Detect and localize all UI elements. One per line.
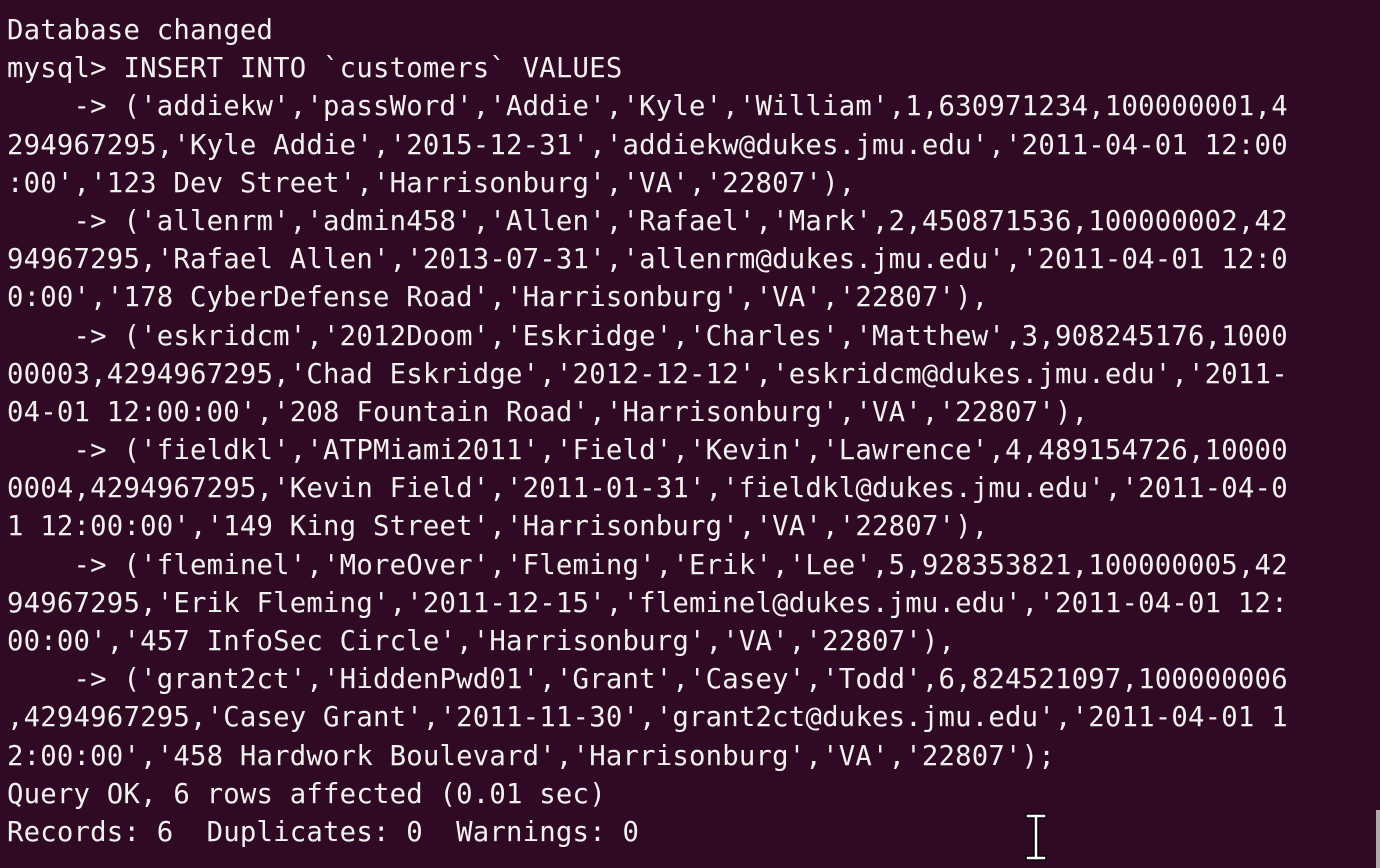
terminal-line: -> ('fieldkl','ATPMiami2011','Field','Ke… <box>7 435 1288 467</box>
terminal-line-records: Records: 6 Duplicates: 0 Warnings: 0 <box>7 816 640 848</box>
terminal-line: 0004,4294967295,'Kevin Field','2011-01-3… <box>7 473 1288 505</box>
terminal-line: 2:00:00','458 Hardwork Boulevard','Harri… <box>7 740 1055 772</box>
terminal-line-result: Query OK, 6 rows affected (0.01 sec) <box>7 778 606 810</box>
terminal-line-prompt: mysql> INSERT INTO `customers` VALUES <box>7 53 623 85</box>
scrollbar-edge[interactable] <box>1376 810 1380 868</box>
terminal-line: 1 12:00:00','149 King Street','Harrisonb… <box>7 511 989 543</box>
terminal-line: 00003,4294967295,'Chad Eskridge','2012-1… <box>7 358 1288 390</box>
terminal-line: 94967295,'Erik Fleming','2011-12-15','fl… <box>7 587 1288 619</box>
terminal-line: -> ('addiekw','passWord','Addie','Kyle',… <box>7 91 1288 123</box>
text-ibeam-cursor-icon <box>1022 812 1050 862</box>
terminal-window[interactable]: Database changed mysql> INSERT INTO `cus… <box>0 0 1380 868</box>
terminal-line: -> ('fleminel','MoreOver','Fleming','Eri… <box>7 549 1288 581</box>
terminal-line: 00:00','457 InfoSec Circle','Harrisonbur… <box>7 626 956 657</box>
terminal-line-status: Database changed <box>7 15 274 46</box>
terminal-line: 94967295,'Rafael Allen','2013-07-31','al… <box>7 244 1288 276</box>
terminal-line: :00','123 Dev Street','Harrisonburg','VA… <box>7 167 856 199</box>
terminal-line: -> ('grant2ct','HiddenPwd01','Grant','Ca… <box>7 664 1288 696</box>
terminal-line: 294967295,'Kyle Addie','2015-12-31','add… <box>7 129 1288 161</box>
terminal-line: ,4294967295,'Casey Grant','2011-11-30','… <box>7 702 1288 734</box>
terminal-line: 0:00','178 CyberDefense Road','Harrisonb… <box>7 282 989 314</box>
terminal-line: 04-01 12:00:00','208 Fountain Road','Har… <box>7 396 1089 428</box>
terminal-line: -> ('eskridcm','2012Doom','Eskridge','Ch… <box>7 320 1288 352</box>
terminal-line: -> ('allenrm','admin458','Allen','Rafael… <box>7 205 1288 237</box>
